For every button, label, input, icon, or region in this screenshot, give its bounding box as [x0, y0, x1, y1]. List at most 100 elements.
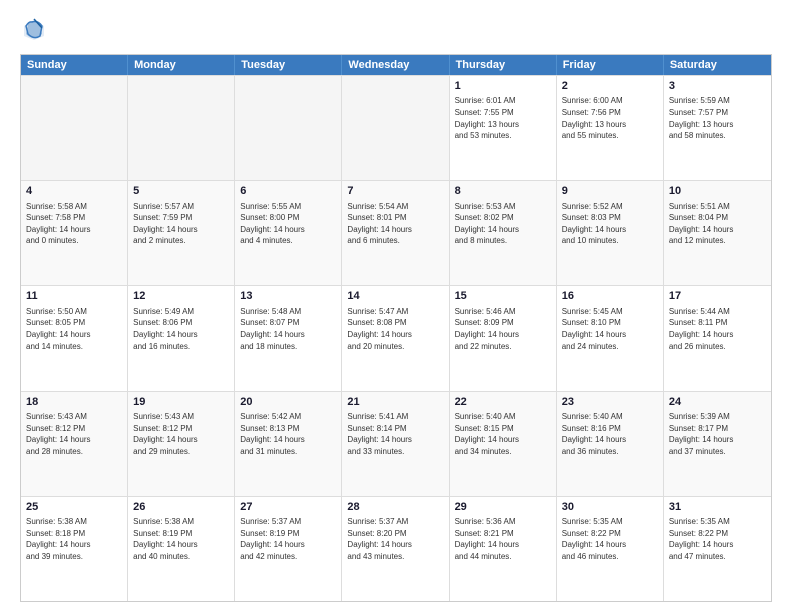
day-info: Sunrise: 5:38 AMSunset: 8:19 PMDaylight:…	[133, 516, 229, 562]
day-cell-21: 21Sunrise: 5:41 AMSunset: 8:14 PMDayligh…	[342, 392, 449, 496]
day-cell-22: 22Sunrise: 5:40 AMSunset: 8:15 PMDayligh…	[450, 392, 557, 496]
calendar: SundayMondayTuesdayWednesdayThursdayFrid…	[20, 54, 772, 602]
day-number: 24	[669, 395, 766, 410]
header-day-saturday: Saturday	[664, 55, 771, 75]
day-info: Sunrise: 5:46 AMSunset: 8:09 PMDaylight:…	[455, 306, 551, 352]
day-number: 12	[133, 289, 229, 304]
day-number: 16	[562, 289, 658, 304]
day-info: Sunrise: 5:48 AMSunset: 8:07 PMDaylight:…	[240, 306, 336, 352]
calendar-row-1: 1Sunrise: 6:01 AMSunset: 7:55 PMDaylight…	[21, 75, 771, 180]
day-cell-20: 20Sunrise: 5:42 AMSunset: 8:13 PMDayligh…	[235, 392, 342, 496]
day-cell-6: 6 Sunrise: 5:55 AMSunset: 8:00 PMDaylight…	[235, 181, 342, 285]
day-cell-31: 31Sunrise: 5:35 AMSunset: 8:22 PMDayligh…	[664, 497, 771, 601]
day-number: 7	[347, 184, 443, 199]
day-cell-27: 27Sunrise: 5:37 AMSunset: 8:19 PMDayligh…	[235, 497, 342, 601]
header-day-tuesday: Tuesday	[235, 55, 342, 75]
calendar-header: SundayMondayTuesdayWednesdayThursdayFrid…	[21, 55, 771, 75]
day-number: 3	[669, 79, 766, 94]
empty-cell	[342, 76, 449, 180]
day-cell-25: 25Sunrise: 5:38 AMSunset: 8:18 PMDayligh…	[21, 497, 128, 601]
day-number: 5	[133, 184, 229, 199]
calendar-row-3: 11 Sunrise: 5:50 AMSunset: 8:05 PMDayligh…	[21, 285, 771, 390]
day-info: Sunrise: 5:55 AMSunset: 8:00 PMDaylight:…	[240, 201, 336, 247]
day-cell-5: 5 Sunrise: 5:57 AMSunset: 7:59 PMDaylight…	[128, 181, 235, 285]
day-info: Sunrise: 5:37 AMSunset: 8:20 PMDaylight:…	[347, 516, 443, 562]
day-cell-23: 23Sunrise: 5:40 AMSunset: 8:16 PMDayligh…	[557, 392, 664, 496]
day-cell-15: 15 Sunrise: 5:46 AMSunset: 8:09 PMDayligh…	[450, 286, 557, 390]
day-cell-11: 11 Sunrise: 5:50 AMSunset: 8:05 PMDayligh…	[21, 286, 128, 390]
day-info: Sunrise: 5:36 AMSunset: 8:21 PMDaylight:…	[455, 516, 551, 562]
day-number: 4	[26, 184, 122, 199]
day-cell-8: 8 Sunrise: 5:53 AMSunset: 8:02 PMDaylight…	[450, 181, 557, 285]
day-number: 6	[240, 184, 336, 199]
day-info: Sunrise: 5:44 AMSunset: 8:11 PMDaylight:…	[669, 306, 766, 352]
day-number: 28	[347, 500, 443, 515]
header-day-friday: Friday	[557, 55, 664, 75]
day-info: Sunrise: 5:38 AMSunset: 8:18 PMDaylight:…	[26, 516, 122, 562]
logo	[20, 16, 52, 44]
day-info: Sunrise: 5:51 AMSunset: 8:04 PMDaylight:…	[669, 201, 766, 247]
day-number: 30	[562, 500, 658, 515]
day-info: Sunrise: 6:01 AMSunset: 7:55 PMDaylight:…	[455, 95, 551, 141]
header-day-thursday: Thursday	[450, 55, 557, 75]
day-number: 29	[455, 500, 551, 515]
day-info: Sunrise: 5:43 AMSunset: 8:12 PMDaylight:…	[133, 411, 229, 457]
day-cell-18: 18Sunrise: 5:43 AMSunset: 8:12 PMDayligh…	[21, 392, 128, 496]
day-cell-4: 4 Sunrise: 5:58 AMSunset: 7:58 PMDaylight…	[21, 181, 128, 285]
day-info: Sunrise: 5:35 AMSunset: 8:22 PMDaylight:…	[669, 516, 766, 562]
day-info: Sunrise: 5:35 AMSunset: 8:22 PMDaylight:…	[562, 516, 658, 562]
day-number: 25	[26, 500, 122, 515]
day-number: 31	[669, 500, 766, 515]
day-number: 21	[347, 395, 443, 410]
day-cell-10: 10Sunrise: 5:51 AMSunset: 8:04 PMDayligh…	[664, 181, 771, 285]
day-cell-30: 30Sunrise: 5:35 AMSunset: 8:22 PMDayligh…	[557, 497, 664, 601]
day-info: Sunrise: 5:57 AMSunset: 7:59 PMDaylight:…	[133, 201, 229, 247]
day-info: Sunrise: 5:40 AMSunset: 8:15 PMDaylight:…	[455, 411, 551, 457]
day-cell-29: 29Sunrise: 5:36 AMSunset: 8:21 PMDayligh…	[450, 497, 557, 601]
day-number: 15	[455, 289, 551, 304]
page: SundayMondayTuesdayWednesdayThursdayFrid…	[0, 0, 792, 612]
day-info: Sunrise: 5:39 AMSunset: 8:17 PMDaylight:…	[669, 411, 766, 457]
day-number: 27	[240, 500, 336, 515]
day-number: 8	[455, 184, 551, 199]
calendar-row-2: 4 Sunrise: 5:58 AMSunset: 7:58 PMDaylight…	[21, 180, 771, 285]
day-number: 22	[455, 395, 551, 410]
header-day-sunday: Sunday	[21, 55, 128, 75]
calendar-row-5: 25Sunrise: 5:38 AMSunset: 8:18 PMDayligh…	[21, 496, 771, 601]
day-cell-1: 1Sunrise: 6:01 AMSunset: 7:55 PMDaylight…	[450, 76, 557, 180]
day-number: 19	[133, 395, 229, 410]
day-number: 2	[562, 79, 658, 94]
empty-cell	[21, 76, 128, 180]
day-number: 14	[347, 289, 443, 304]
day-info: Sunrise: 5:53 AMSunset: 8:02 PMDaylight:…	[455, 201, 551, 247]
day-info: Sunrise: 5:59 AMSunset: 7:57 PMDaylight:…	[669, 95, 766, 141]
day-info: Sunrise: 5:58 AMSunset: 7:58 PMDaylight:…	[26, 201, 122, 247]
day-info: Sunrise: 5:52 AMSunset: 8:03 PMDaylight:…	[562, 201, 658, 247]
day-cell-12: 12 Sunrise: 5:49 AMSunset: 8:06 PMDayligh…	[128, 286, 235, 390]
header-day-wednesday: Wednesday	[342, 55, 449, 75]
day-info: Sunrise: 5:54 AMSunset: 8:01 PMDaylight:…	[347, 201, 443, 247]
day-cell-3: 3Sunrise: 5:59 AMSunset: 7:57 PMDaylight…	[664, 76, 771, 180]
day-cell-13: 13 Sunrise: 5:48 AMSunset: 8:07 PMDayligh…	[235, 286, 342, 390]
day-number: 11	[26, 289, 122, 304]
empty-cell	[235, 76, 342, 180]
day-info: Sunrise: 5:45 AMSunset: 8:10 PMDaylight:…	[562, 306, 658, 352]
day-cell-2: 2Sunrise: 6:00 AMSunset: 7:56 PMDaylight…	[557, 76, 664, 180]
day-cell-17: 17Sunrise: 5:44 AMSunset: 8:11 PMDayligh…	[664, 286, 771, 390]
day-number: 23	[562, 395, 658, 410]
day-number: 26	[133, 500, 229, 515]
day-info: Sunrise: 5:50 AMSunset: 8:05 PMDaylight:…	[26, 306, 122, 352]
day-cell-28: 28Sunrise: 5:37 AMSunset: 8:20 PMDayligh…	[342, 497, 449, 601]
calendar-body: 1Sunrise: 6:01 AMSunset: 7:55 PMDaylight…	[21, 75, 771, 601]
header	[20, 16, 772, 44]
day-info: Sunrise: 5:41 AMSunset: 8:14 PMDaylight:…	[347, 411, 443, 457]
calendar-row-4: 18 Sunrise: 5:43 AMSunset: 8:12 PMDayligh…	[21, 391, 771, 496]
day-info: Sunrise: 5:40 AMSunset: 8:16 PMDaylight:…	[562, 411, 658, 457]
day-info: Sunrise: 6:00 AMSunset: 7:56 PMDaylight:…	[562, 95, 658, 141]
day-number: 13	[240, 289, 336, 304]
day-cell-16: 16 Sunrise: 5:45 AMSunset: 8:10 PMDayligh…	[557, 286, 664, 390]
day-info: Sunrise: 5:47 AMSunset: 8:08 PMDaylight:…	[347, 306, 443, 352]
day-cell-19: 19Sunrise: 5:43 AMSunset: 8:12 PMDayligh…	[128, 392, 235, 496]
day-number: 18	[26, 395, 122, 410]
day-info: Sunrise: 5:49 AMSunset: 8:06 PMDaylight:…	[133, 306, 229, 352]
